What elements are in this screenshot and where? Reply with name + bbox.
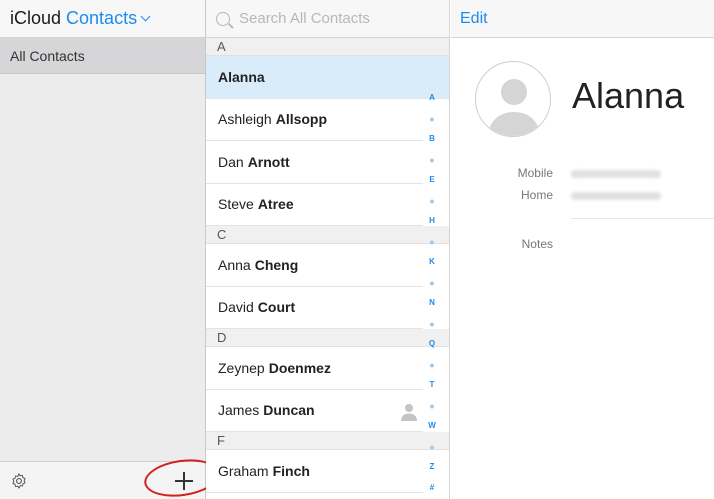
edit-button[interactable]: Edit xyxy=(460,10,488,28)
person-icon xyxy=(401,403,417,421)
contact-last-name: Duncan xyxy=(263,402,315,419)
contact-first-name: Anna xyxy=(218,256,251,273)
divider xyxy=(571,218,714,219)
contact-first-name: Ashleigh xyxy=(218,111,272,128)
gear-icon[interactable] xyxy=(10,472,28,490)
notes-label: Notes xyxy=(521,237,553,251)
section-header-d: D xyxy=(206,329,449,347)
index-dot[interactable]: • xyxy=(427,440,437,463)
detail-header: Edit xyxy=(451,0,714,38)
index-dot[interactable]: • xyxy=(427,235,437,258)
contact-row[interactable]: James Duncan xyxy=(206,390,423,432)
contact-last-name: Allsopp xyxy=(275,111,328,128)
contact-list: A Alanna Ashleigh Allsopp Dan Arnott Ste… xyxy=(206,0,450,499)
alphabet-index[interactable]: A • B • E • H • K • N • Q • T • W • Z # xyxy=(427,93,437,499)
add-contact-button[interactable] xyxy=(174,471,194,491)
contact-first-name: David xyxy=(218,299,254,316)
contact-row[interactable]: Steve Atree xyxy=(206,184,423,226)
contact-row[interactable]: Anna Cheng xyxy=(206,244,423,287)
search-bar xyxy=(206,0,449,38)
sidebar-header: iCloud Contacts xyxy=(0,0,205,38)
contact-first-name: James xyxy=(218,402,260,419)
index-dot[interactable]: • xyxy=(427,358,437,381)
app-switcher[interactable]: Contacts xyxy=(66,8,137,29)
contact-first-name: Graham xyxy=(218,462,269,479)
contact-row[interactable]: Ashleigh Allsopp xyxy=(206,99,423,141)
index-dot[interactable]: • xyxy=(427,153,437,176)
contact-row[interactable]: Graham Finch xyxy=(206,450,423,493)
index-dot[interactable]: • xyxy=(427,276,437,299)
contact-name: Alanna xyxy=(572,75,685,116)
contact-row[interactable]: Dan Arnott xyxy=(206,141,423,184)
section-header-a: A xyxy=(206,38,449,56)
icloud-brand: iCloud xyxy=(10,8,62,28)
contact-last-name: Court xyxy=(257,299,296,316)
section-header-c: C xyxy=(206,226,449,244)
contact-last-name: Finch xyxy=(272,462,310,479)
index-dot[interactable]: • xyxy=(427,399,437,422)
section-header-f: F xyxy=(206,432,449,450)
person-icon xyxy=(488,79,540,136)
contact-last-name: Atree xyxy=(257,196,294,213)
contact-last-name: Arnott xyxy=(247,153,290,170)
contact-first-name: Alanna xyxy=(218,68,265,85)
contact-first-name: Steve xyxy=(218,196,254,213)
home-label: Home xyxy=(520,188,553,202)
mobile-label: Mobile xyxy=(517,166,553,180)
search-input[interactable] xyxy=(239,10,429,27)
chevron-down-icon[interactable] xyxy=(140,11,151,21)
search-icon xyxy=(216,11,230,26)
index-dot[interactable]: • xyxy=(427,112,437,135)
index-dot[interactable]: • xyxy=(427,317,437,340)
avatar xyxy=(475,61,551,137)
contact-detail: Edit Alanna Mobile Home Notes xyxy=(451,0,714,499)
mobile-value-redacted xyxy=(571,170,661,178)
contact-last-name: Cheng xyxy=(254,256,299,273)
contact-first-name: Zeynep xyxy=(218,359,265,376)
index-letter[interactable]: Z xyxy=(427,462,437,483)
index-letter[interactable]: # xyxy=(427,483,437,499)
contact-row[interactable]: Zeynep Doenmez xyxy=(206,347,423,390)
contact-row[interactable]: David Court xyxy=(206,287,423,329)
contact-first-name: Dan xyxy=(218,153,244,170)
contact-last-name: Doenmez xyxy=(268,359,331,376)
groups-sidebar: iCloud Contacts All Contacts xyxy=(0,0,206,499)
sidebar-footer xyxy=(0,461,205,499)
home-value-redacted xyxy=(571,192,661,200)
group-all-contacts[interactable]: All Contacts xyxy=(0,38,205,74)
contact-row-alanna[interactable]: Alanna xyxy=(206,56,449,99)
index-dot[interactable]: • xyxy=(427,194,437,217)
